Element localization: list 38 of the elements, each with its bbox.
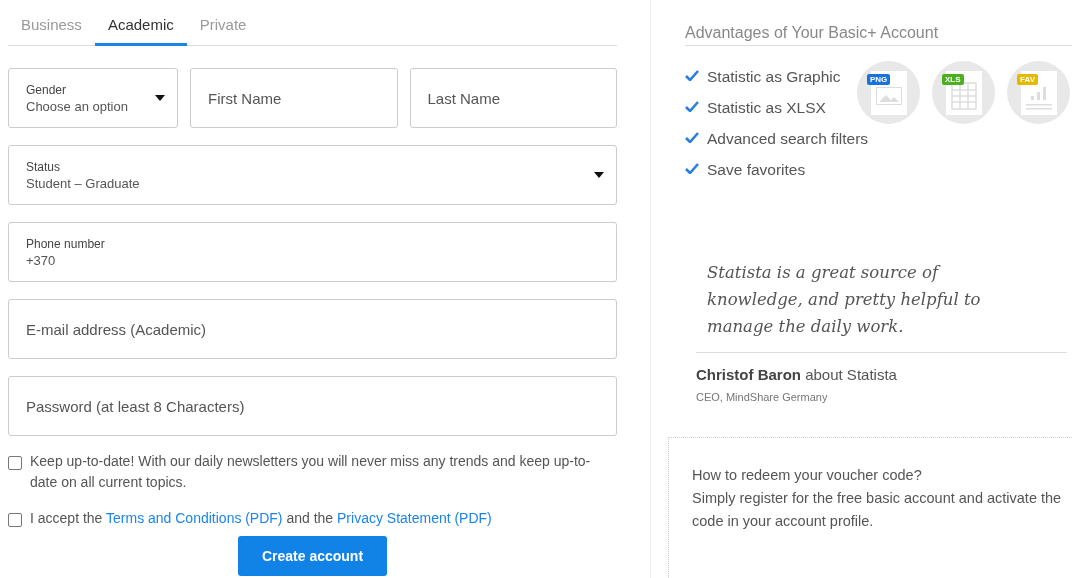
link[interactable]: (PDF): [454, 510, 492, 526]
gender-select[interactable]: Gender Choose an option: [8, 68, 178, 128]
advantage-text: Statistic as XLSX: [707, 98, 826, 118]
quote-author: Christof Baron about Statista: [696, 366, 898, 383]
checkbox-label: Keep up-to-date! With our daily newsletters you will never miss any trends and keep up-to-date on all current topics.: [30, 452, 592, 492]
file-icon: FAV: [1007, 61, 1070, 124]
caret-icon: [155, 95, 165, 101]
checkmark-icon: [685, 132, 699, 143]
create-account-button[interactable]: Create account: [238, 536, 387, 576]
link[interactable]: Terms and Conditions: [106, 510, 242, 526]
first-name-field[interactable]: First Name: [190, 68, 398, 128]
file-icon: XLS: [932, 61, 995, 124]
checkbox-label: I accept the Terms and Conditions (PDF) and the Privacy Statement (PDF): [30, 509, 492, 528]
caret-icon: [594, 172, 604, 178]
voucher-text: Simply register for the free basic account and activate the code in your account profile.: [692, 489, 1063, 531]
checkmark-icon: [685, 101, 699, 112]
checkbox[interactable]: [8, 513, 22, 527]
advantage-text: Save favorites: [707, 160, 806, 180]
status-select[interactable]: Status Student – Graduate: [8, 145, 617, 205]
section-title: Advantages of Your Basic+ Account: [685, 24, 1072, 46]
checkbox[interactable]: [8, 456, 22, 470]
author-role: CEO, MindShare Germany: [696, 391, 829, 403]
email-field[interactable]: E-mail address (Academic): [8, 299, 617, 359]
tab[interactable]: Private: [186, 8, 260, 46]
file-icon: PNG: [857, 61, 920, 124]
password-field[interactable]: Password (at least 8 Characters): [8, 376, 617, 436]
phone-field[interactable]: Phone number +370: [8, 222, 617, 282]
tab[interactable]: Business: [8, 8, 95, 46]
last-name-field[interactable]: Last Name: [409, 68, 617, 128]
quote-text: Statista is a great source of knowledge, and pretty helpful to manage the daily work.: [707, 262, 982, 338]
voucher-text: How to redeem your voucher code?: [692, 466, 923, 485]
link[interactable]: (PDF): [245, 510, 283, 526]
checkmark-icon: [685, 70, 699, 81]
tab[interactable]: Academic: [94, 8, 187, 46]
checkmark-icon: [685, 163, 699, 174]
advantage-text: Advanced search filters: [707, 129, 869, 149]
advantage-text: Statistic as Graphic: [707, 67, 841, 87]
link[interactable]: Privacy Statement: [337, 510, 451, 526]
